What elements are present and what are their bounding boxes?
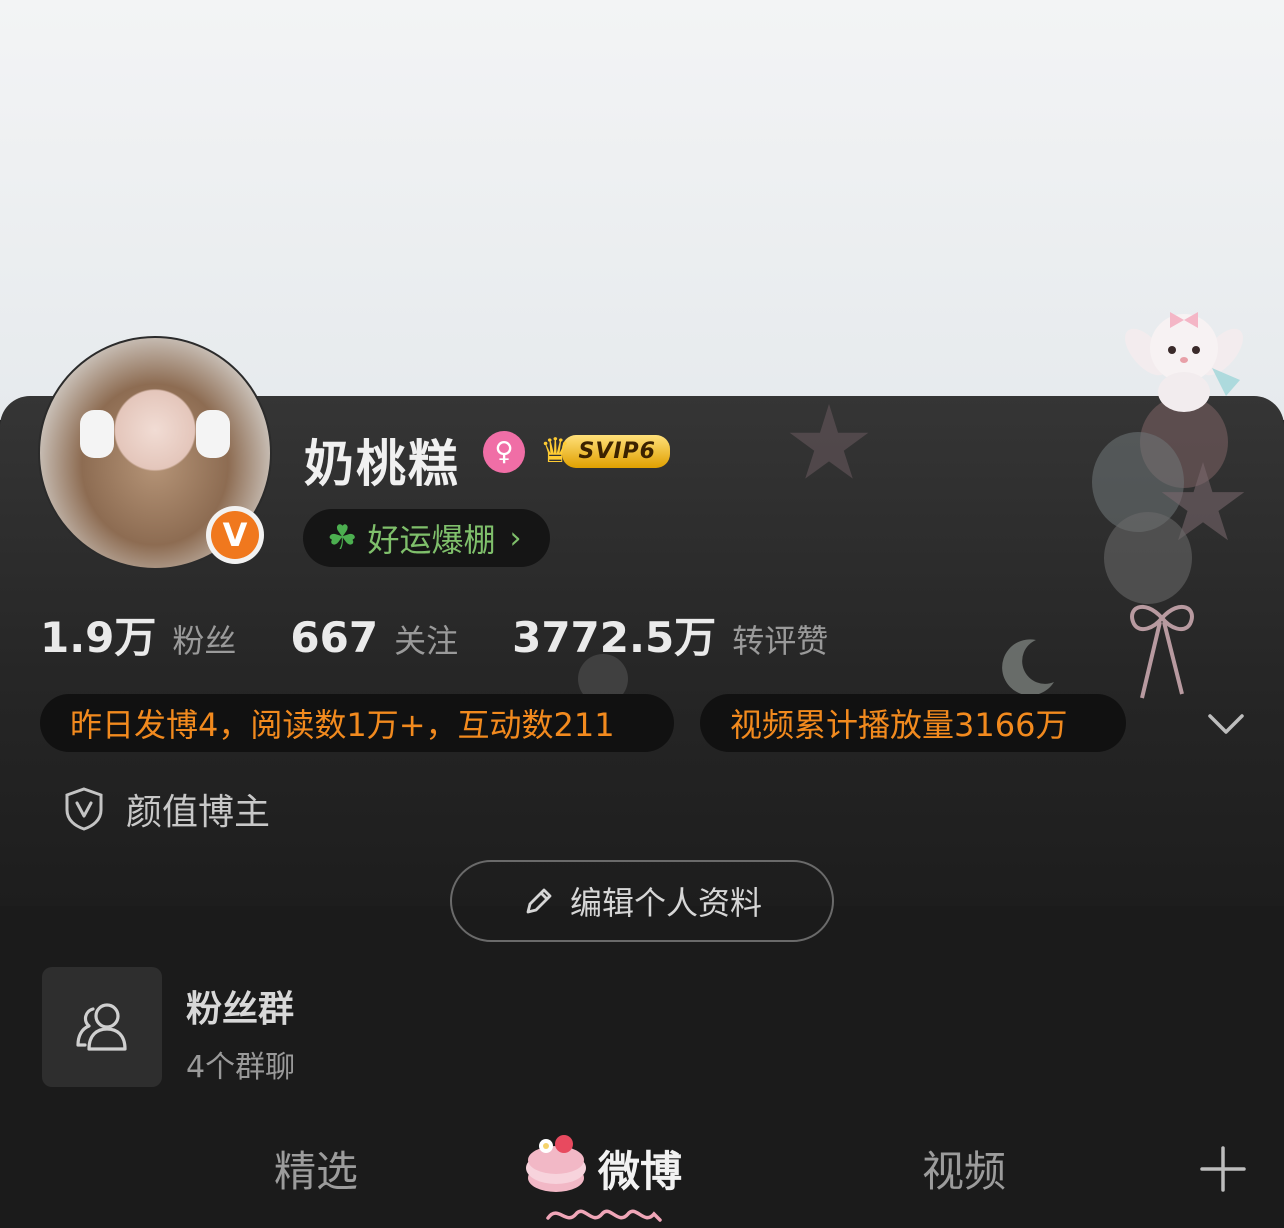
crown-icon: ♛ <box>540 431 571 471</box>
chevron-down-icon[interactable] <box>1204 704 1248 744</box>
profile-name: 奶桃糕 <box>304 435 460 493</box>
edit-profile-button[interactable]: 编辑个人资料 <box>450 860 834 942</box>
balloon-decoration <box>1104 512 1192 604</box>
video-plays-pill[interactable]: 视频累计播放量3166万 <box>700 694 1126 752</box>
stat-value: 3772.5万 <box>512 613 717 662</box>
headphone-decoration <box>80 410 114 458</box>
ribbon-underline-icon <box>546 1209 662 1222</box>
stat-following[interactable]: 667 关注 <box>290 613 458 662</box>
stats-row: 1.9万 粉丝 667 关注 3772.5万 转评赞 <box>40 604 882 665</box>
shield-v-icon <box>65 787 103 831</box>
verified-badge[interactable]: V <box>206 506 264 564</box>
headphone-decoration <box>196 410 230 458</box>
bunny-decoration <box>1125 312 1243 412</box>
bow-decoration <box>1130 605 1194 699</box>
stat-value: 667 <box>290 613 379 662</box>
svip-label: SVIP6 <box>562 434 670 468</box>
category-tag[interactable]: 颜值博主 <box>62 783 270 835</box>
stat-label: 转评赞 <box>732 622 829 660</box>
stat-value: 1.9万 <box>40 613 157 662</box>
fan-group-subtitle: 4个群聊 <box>186 1050 296 1085</box>
fan-group-icon-tile[interactable] <box>42 967 162 1087</box>
tab-weibo[interactable]: 微博 <box>598 1138 682 1199</box>
category-tag-label: 颜值博主 <box>126 792 271 833</box>
pencil-icon <box>526 888 552 914</box>
tab-featured[interactable]: 精选 <box>274 1138 358 1199</box>
edit-profile-label: 编辑个人资料 <box>569 884 762 922</box>
profile-tabs: 精选 微博 视频 <box>0 1130 1284 1228</box>
luck-status-chip[interactable]: ☘ 好运爆棚 › <box>303 509 550 567</box>
stat-label: 粉丝 <box>172 622 237 660</box>
svip-badge[interactable]: ♛ SVIP6 <box>540 430 670 472</box>
stat-label: 关注 <box>394 622 459 660</box>
luck-status-label: 好运爆棚 <box>367 521 496 559</box>
clover-icon: ☘ <box>327 518 358 558</box>
chevron-right-icon: › <box>509 520 522 556</box>
female-icon: ♀ <box>483 431 525 473</box>
stat-followers[interactable]: 1.9万 粉丝 <box>40 604 236 665</box>
tab-video[interactable]: 视频 <box>922 1138 1006 1199</box>
moon-decoration <box>1002 639 1054 696</box>
verified-v-icon: V <box>211 511 259 559</box>
group-icon <box>76 1003 127 1051</box>
plus-icon[interactable] <box>1198 1144 1248 1194</box>
stat-interactions[interactable]: 3772.5万 转评赞 <box>512 604 828 665</box>
daily-stats-pill[interactable]: 昨日发博4，阅读数1万+，互动数211 <box>40 694 674 752</box>
macaron-cake-icon <box>526 1135 586 1192</box>
fan-group-title[interactable]: 粉丝群 <box>186 980 294 1032</box>
